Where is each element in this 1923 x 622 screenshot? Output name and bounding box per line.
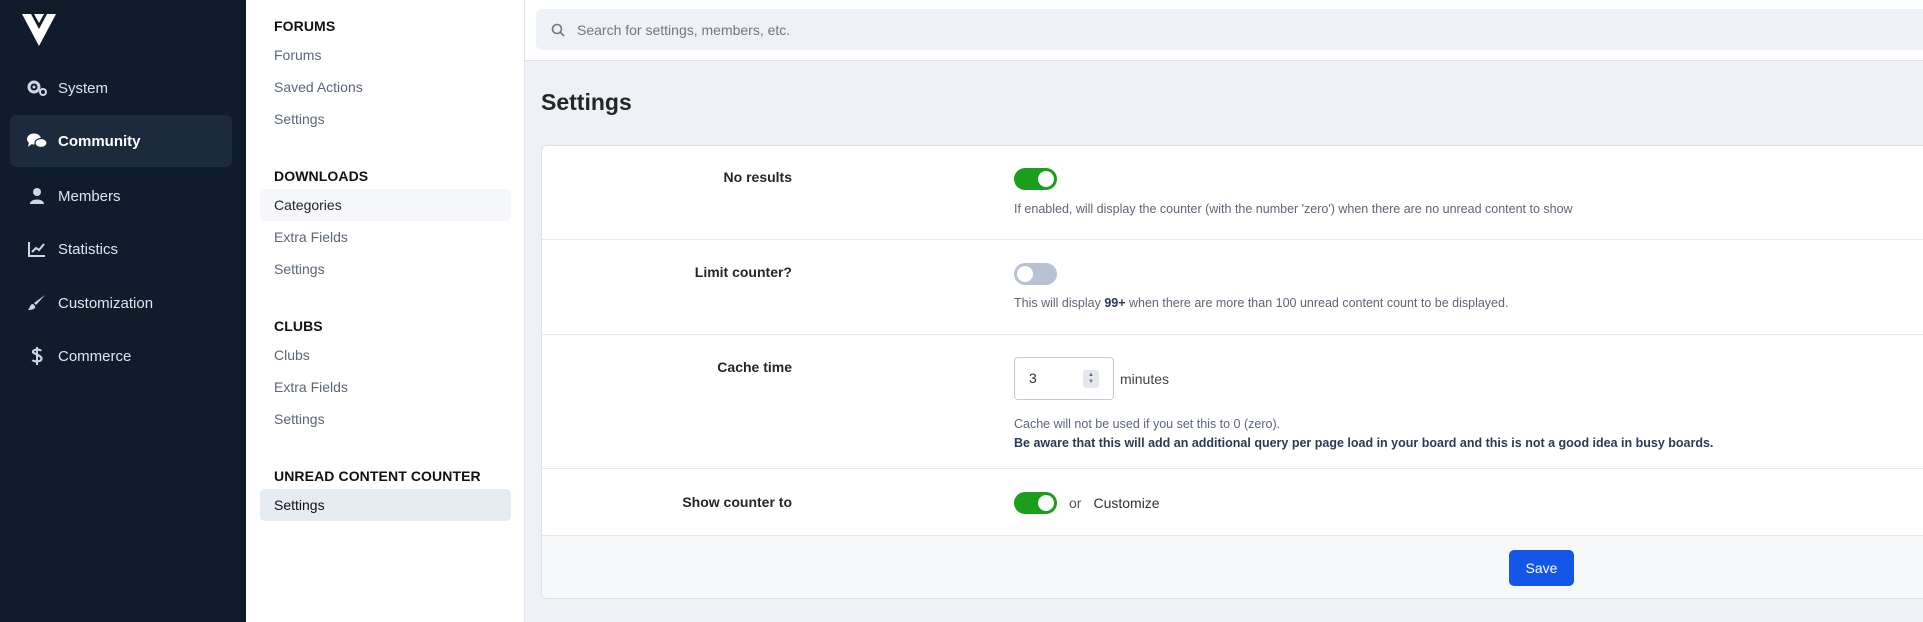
subnav-item-forums-settings[interactable]: Settings bbox=[260, 103, 511, 135]
nav-item-label: Customization bbox=[58, 294, 154, 312]
nav-item-commerce[interactable]: Commerce bbox=[10, 330, 232, 382]
main-nav: System Community Members Statistics Cust… bbox=[0, 0, 246, 622]
setting-row-show-counter: Show counter to or Customize bbox=[542, 469, 1923, 536]
subnav-item-unread-counter-settings[interactable]: Settings bbox=[260, 489, 511, 521]
limit-counter-toggle[interactable] bbox=[1014, 263, 1057, 285]
setting-row-no-results: No results If enabled, will display the … bbox=[542, 146, 1923, 240]
cache-time-input-box: ▲▼ bbox=[1014, 357, 1114, 400]
nav-item-system[interactable]: System bbox=[10, 62, 232, 114]
number-stepper-icon[interactable]: ▲ ▼ bbox=[1083, 370, 1099, 388]
cache-time-input[interactable] bbox=[1029, 370, 1079, 386]
nav-item-statistics[interactable]: Statistics bbox=[10, 223, 232, 275]
search-input[interactable] bbox=[577, 21, 1477, 38]
save-button[interactable]: Save bbox=[1509, 550, 1574, 586]
subnav-heading-downloads: DOWNLOADS bbox=[274, 168, 369, 184]
chart-line-icon bbox=[24, 239, 50, 259]
setting-row-cache-time: Cache time ▲▼ minutes Cache will not be … bbox=[542, 335, 1923, 469]
setting-field: or Customize bbox=[1014, 492, 1160, 514]
nav-item-members[interactable]: Members bbox=[10, 170, 232, 222]
setting-warning: Be aware that this will add an additiona… bbox=[1014, 436, 1714, 450]
setting-label: No results bbox=[723, 169, 792, 185]
dollar-icon bbox=[24, 346, 50, 366]
subnav-item-forums[interactable]: Forums bbox=[260, 39, 511, 71]
subnav-heading-forums: FORUMS bbox=[274, 18, 336, 34]
setting-label: Show counter to bbox=[682, 494, 792, 510]
nav-item-community[interactable]: Community bbox=[10, 115, 232, 167]
subnav-item-categories[interactable]: Categories bbox=[260, 189, 511, 221]
desc-text: This will display bbox=[1014, 296, 1105, 310]
setting-field bbox=[1014, 168, 1057, 190]
setting-label: Cache time bbox=[717, 359, 792, 375]
customize-link[interactable]: Customize bbox=[1093, 495, 1159, 511]
top-bar bbox=[525, 0, 1923, 61]
form-footer: Save bbox=[542, 535, 1923, 598]
search-icon bbox=[551, 23, 565, 37]
desc-text: when there are more than 100 unread cont… bbox=[1125, 296, 1509, 310]
settings-form: No results If enabled, will display the … bbox=[541, 145, 1923, 599]
user-icon bbox=[24, 186, 50, 206]
nav-item-label: Statistics bbox=[58, 240, 119, 258]
nav-item-label: Community bbox=[58, 132, 141, 150]
gears-icon bbox=[24, 78, 50, 98]
nav-item-customization[interactable]: Customization bbox=[10, 277, 232, 329]
nav-item-label: Commerce bbox=[58, 347, 132, 365]
subnav-item-clubs-settings[interactable]: Settings bbox=[260, 403, 511, 435]
no-results-toggle[interactable] bbox=[1014, 168, 1057, 190]
search-box[interactable] bbox=[536, 9, 1923, 50]
paintbrush-icon bbox=[24, 293, 50, 313]
subnav-item-clubs[interactable]: Clubs bbox=[260, 339, 511, 371]
subnav-item-saved-actions[interactable]: Saved Actions bbox=[260, 71, 511, 103]
subnav-item-clubs-extra-fields[interactable]: Extra Fields bbox=[260, 371, 511, 403]
logo-icon[interactable] bbox=[22, 14, 56, 46]
show-counter-toggle[interactable] bbox=[1014, 492, 1057, 514]
setting-field: ▲▼ minutes bbox=[1014, 357, 1169, 400]
subnav-item-downloads-settings[interactable]: Settings bbox=[260, 253, 511, 285]
setting-description: Cache will not be used if you set this t… bbox=[1014, 417, 1281, 431]
setting-row-limit-counter: Limit counter? This will display 99+ whe… bbox=[542, 240, 1923, 335]
or-text: or bbox=[1069, 495, 1082, 511]
subnav-heading-clubs: CLUBS bbox=[274, 318, 323, 334]
nav-item-label: Members bbox=[58, 187, 121, 205]
setting-description: This will display 99+ when there are mor… bbox=[1014, 296, 1508, 310]
desc-highlight: 99+ bbox=[1104, 296, 1126, 310]
nav-item-label: System bbox=[58, 79, 109, 97]
comments-icon bbox=[24, 131, 50, 151]
subnav-heading-unread-content-counter: UNREAD CONTENT COUNTER bbox=[274, 468, 481, 484]
setting-field bbox=[1014, 263, 1057, 285]
sub-nav: FORUMS Forums Saved Actions Settings DOW… bbox=[246, 0, 525, 622]
page-title: Settings bbox=[541, 89, 632, 115]
setting-label: Limit counter? bbox=[694, 264, 792, 280]
setting-description: If enabled, will display the counter (wi… bbox=[1014, 202, 1573, 216]
subnav-item-downloads-extra-fields[interactable]: Extra Fields bbox=[260, 221, 511, 253]
cache-time-unit: minutes bbox=[1120, 370, 1170, 387]
